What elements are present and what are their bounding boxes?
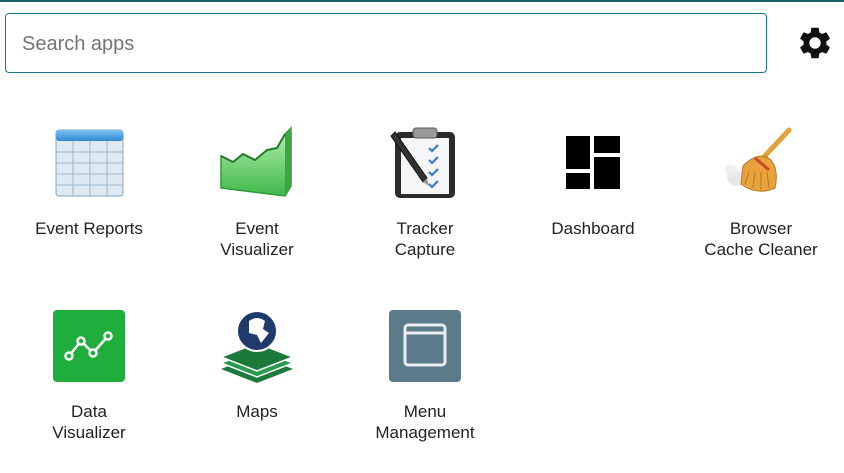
- area-chart-icon: [220, 126, 292, 197]
- table-icon: [55, 129, 124, 197]
- dashboard-grid-icon: [566, 136, 620, 189]
- clipboard-pen-icon: [390, 127, 455, 198]
- app-label: Tracker Capture: [394, 219, 456, 259]
- app-label: Event Visualizer: [220, 219, 294, 259]
- globe-layers-icon: [219, 310, 295, 383]
- line-chart-icon: [53, 310, 125, 382]
- gear-icon: [800, 27, 830, 59]
- search-input[interactable]: [22, 28, 742, 60]
- app-label: Maps: [236, 402, 278, 421]
- app-label: Event Reports: [35, 219, 143, 238]
- window-icon: [389, 310, 461, 382]
- search-box[interactable]: [5, 13, 767, 73]
- settings-button[interactable]: [796, 24, 834, 62]
- app-label: Browser Cache Cleaner: [704, 219, 818, 259]
- app-label: Dashboard: [551, 219, 635, 238]
- app-label: Data Visualizer: [52, 402, 126, 442]
- app-label: Menu Management: [375, 402, 475, 442]
- broom-icon: [725, 127, 792, 192]
- top-border: [0, 0, 844, 2]
